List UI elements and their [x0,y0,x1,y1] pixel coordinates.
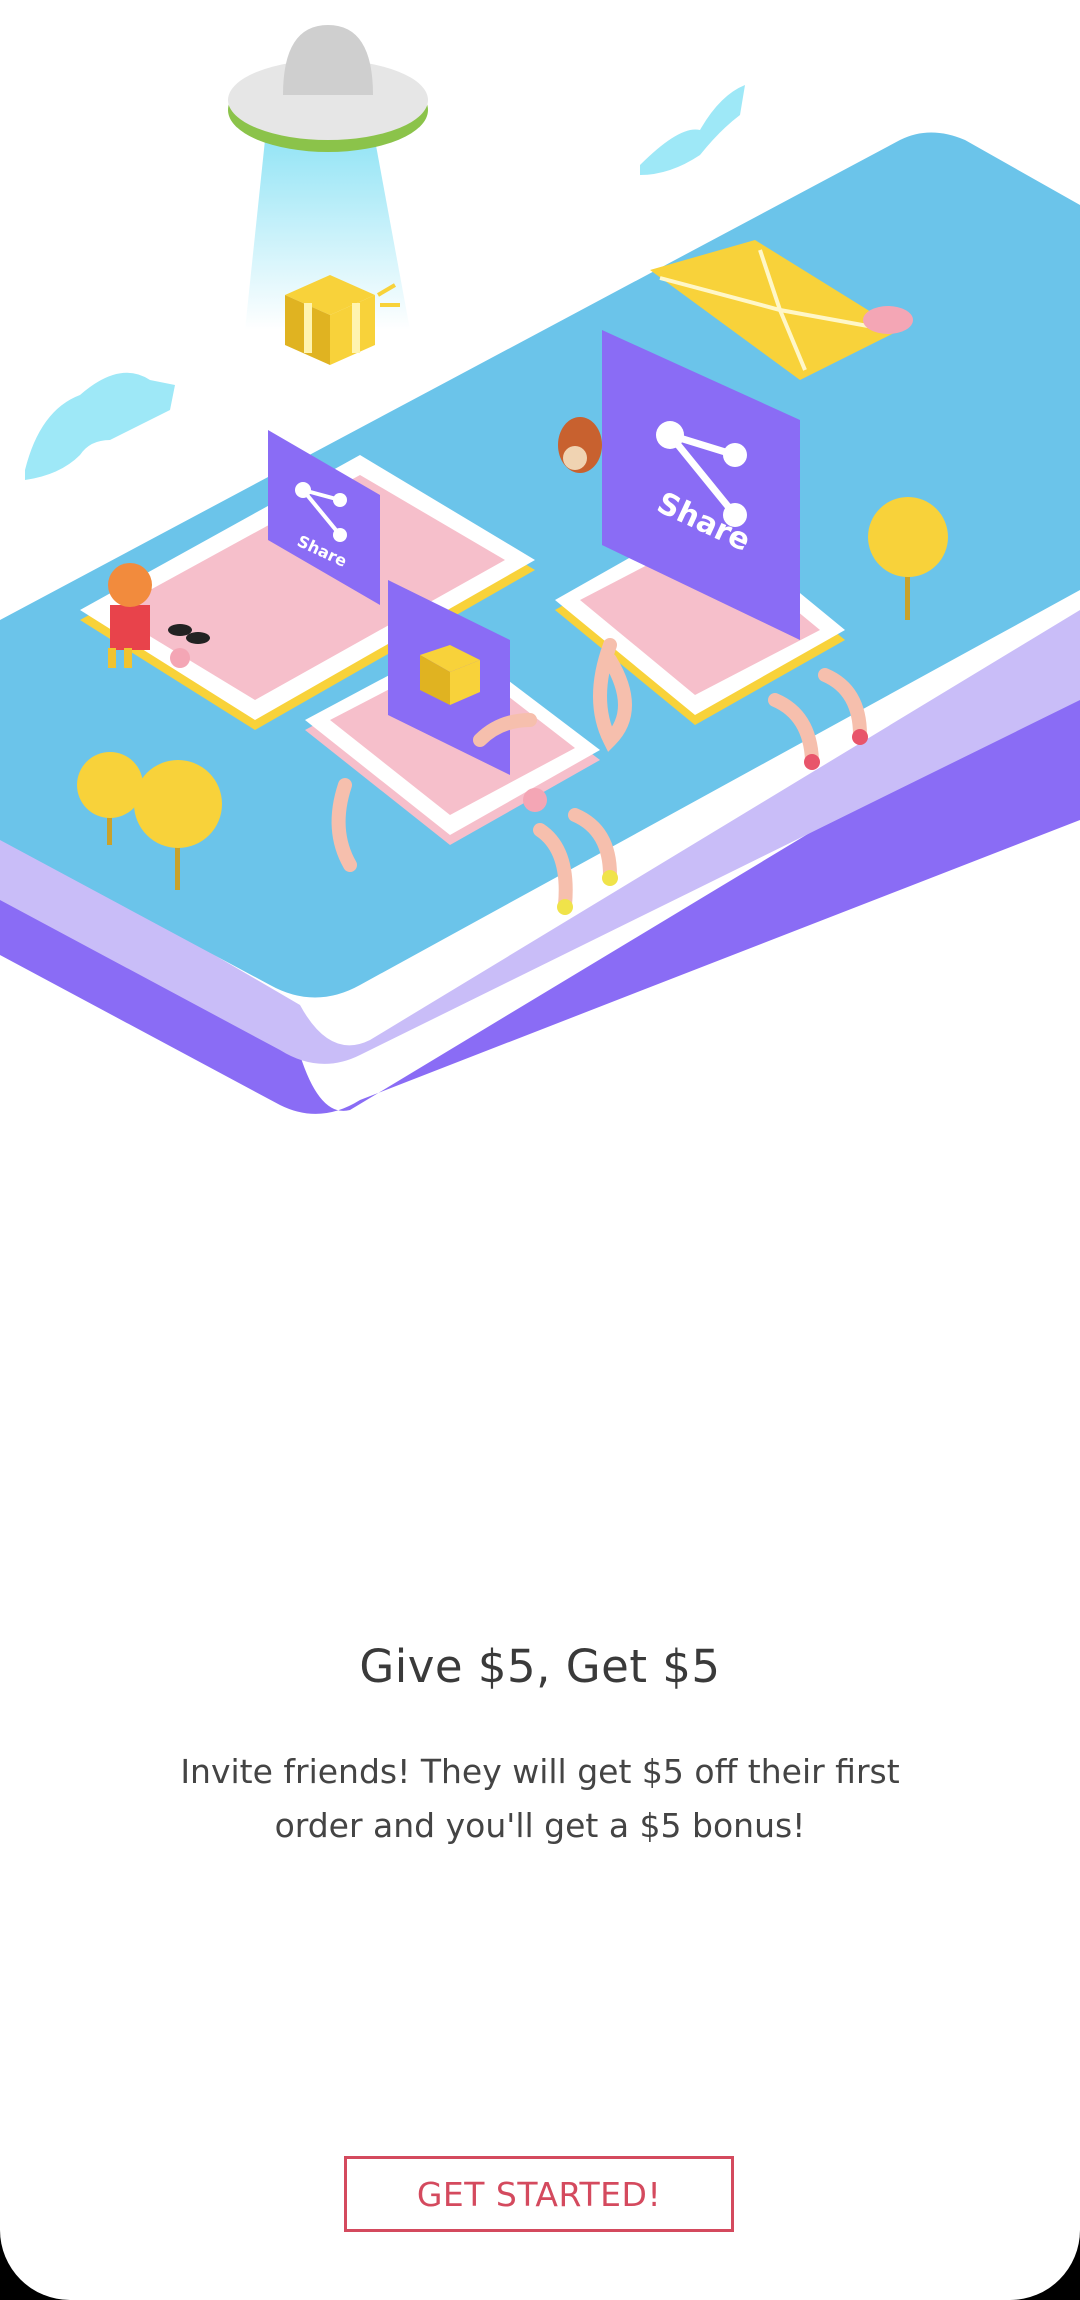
cloud-icon [640,85,745,175]
onboarding-screen: Share Share Give $5, Get $5 Invite frien… [0,0,1080,2300]
get-started-button[interactable]: GET STARTED! [344,2156,734,2232]
page-title: Give $5, Get $5 [359,1640,721,1693]
cloud-icon [25,372,175,480]
page-subtitle: Invite friends! They will get $5 off the… [180,1752,900,1845]
squirrel-icon [558,417,602,473]
hero-illustration: Share Share [0,25,1080,1114]
